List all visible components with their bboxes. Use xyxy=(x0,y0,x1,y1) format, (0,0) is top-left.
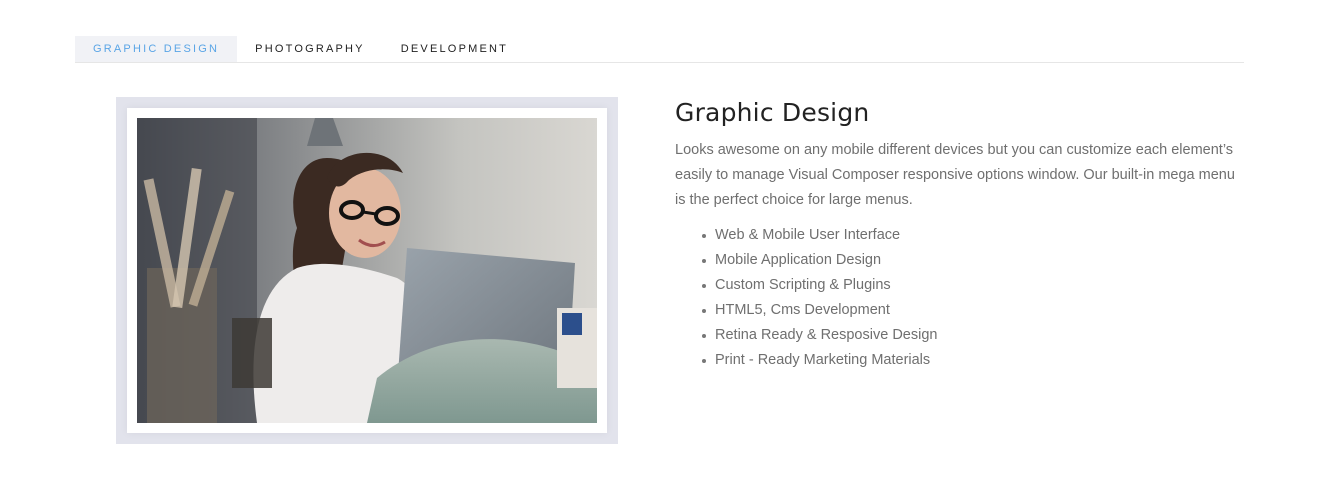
image-frame xyxy=(116,97,618,444)
image-mat xyxy=(127,108,607,433)
list-item: Custom Scripting & Plugins xyxy=(702,273,1245,298)
list-item: Mobile Application Design xyxy=(702,248,1245,273)
feature-list: Web & Mobile User Interface Mobile Appli… xyxy=(675,223,1245,373)
tab-content: Graphic Design Looks awesome on any mobi… xyxy=(675,97,1245,373)
panel-title: Graphic Design xyxy=(675,98,870,127)
tab-development[interactable]: DEVELOPMENT xyxy=(383,36,526,62)
tab-bar: GRAPHIC DESIGN PHOTOGRAPHY DEVELOPMENT xyxy=(75,36,1244,63)
panel-description: Looks awesome on any mobile different de… xyxy=(675,142,1235,208)
list-item: HTML5, Cms Development xyxy=(702,298,1245,323)
tab-graphic-design[interactable]: GRAPHIC DESIGN xyxy=(75,36,238,62)
list-item: Print - Ready Marketing Materials xyxy=(702,348,1245,373)
tab-photography[interactable]: PHOTOGRAPHY xyxy=(237,36,383,62)
list-item: Retina Ready & Resposive Design xyxy=(702,323,1245,348)
woman-with-laptop-photo xyxy=(137,118,597,423)
list-item: Web & Mobile User Interface xyxy=(702,223,1245,248)
